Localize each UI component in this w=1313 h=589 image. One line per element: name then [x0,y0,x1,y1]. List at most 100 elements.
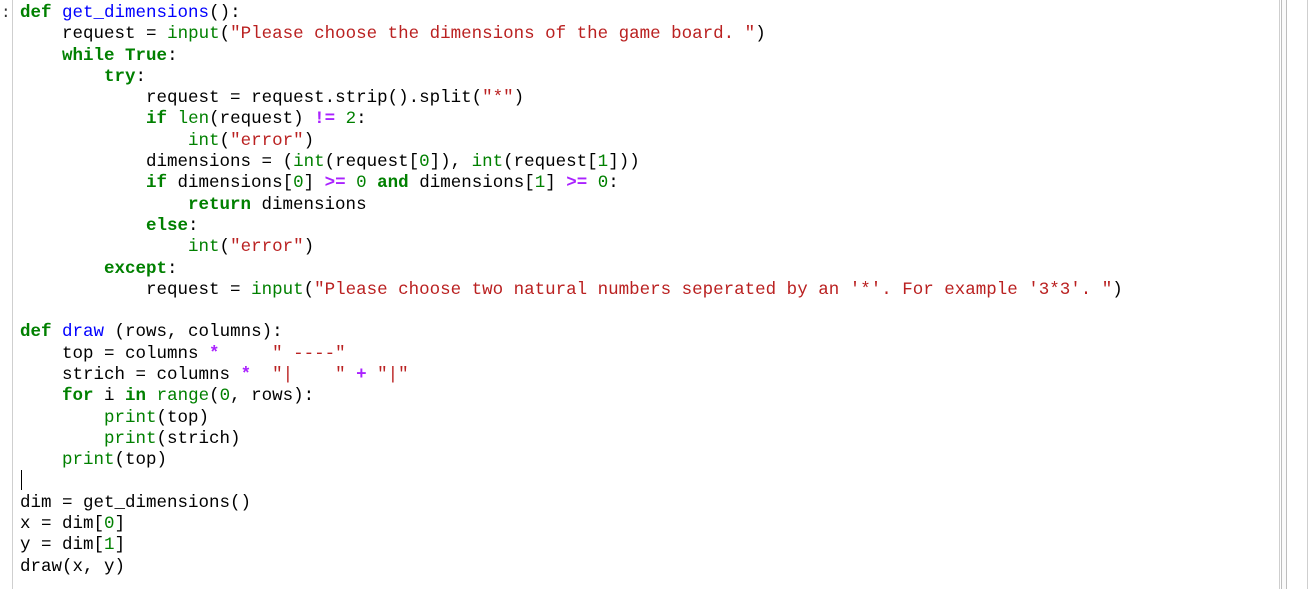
code-token: * [240,365,252,386]
code-token: columns [146,365,241,386]
code-token: get_dimensions [62,3,210,23]
code-token: (strich) [156,428,241,449]
code-token: dimensions [20,152,262,173]
code-line[interactable]: print(top) [20,408,1123,429]
code-token: int [188,130,220,151]
code-line[interactable]: try: [20,67,1123,88]
notebook-page: : def get_dimensions(): request = input(… [0,0,1313,589]
code-token: except [104,258,168,279]
code-line[interactable]: def get_dimensions(): [20,3,1123,24]
code-line[interactable]: strich = columns * "| " + "|" [20,365,1123,386]
code-line[interactable]: print(strich) [20,429,1123,450]
code-line[interactable]: return dimensions [20,195,1123,216]
code-token: : [167,45,178,66]
code-token: : [188,215,199,236]
code-token: = [135,365,147,386]
code-line[interactable]: if dimensions[0] >= 0 and dimensions[1] … [20,173,1123,194]
code-token: ])) [608,152,640,173]
code-token: = [104,343,115,364]
code-token: >= [324,173,346,194]
code-token: >= [566,173,588,194]
code-token: if [146,109,168,130]
code-token: 0 [356,173,367,194]
code-token: ( [209,386,220,407]
code-line[interactable]: if len(request) != 2: [20,109,1123,130]
code-line[interactable]: dim = get_dimensions() [20,493,1123,514]
code-line[interactable]: x = dim[0] [20,514,1123,535]
code-token: int [188,237,220,258]
code-token: columns [114,343,210,364]
code-token: for [62,386,94,407]
code-line[interactable]: int("error") [20,131,1123,152]
code-token: ( [219,24,231,45]
code-token: if [146,173,168,194]
code-token: "*" [482,88,514,109]
code-line[interactable]: except: [20,259,1123,280]
code-token: strich [20,365,136,386]
code-token: " ----" [272,343,346,364]
code-token: get_dimensions() [72,492,252,513]
code-token: = [261,152,273,173]
code-token: (): [209,3,241,23]
code-line[interactable]: request = input("Please choose two natur… [20,280,1123,301]
code-line[interactable]: else: [20,216,1123,237]
code-token: print [104,428,157,449]
code-token: ] [114,535,126,556]
code-token: 0 [219,386,231,407]
code-line[interactable]: request = request.strip().split("*") [20,88,1123,109]
code-token: request [20,24,147,45]
code-line[interactable] [20,301,1123,322]
code-token: ( [303,279,315,300]
code-token: and [377,173,409,194]
code-token: "error" [230,130,304,151]
code-line[interactable]: print(top) [20,450,1123,471]
code-line[interactable]: while True: [20,46,1123,67]
code-token: = [146,24,157,45]
code-line[interactable] [20,472,1123,493]
code-token: dim[ [51,535,105,556]
code-token: input [251,279,304,300]
code-line[interactable]: draw(x, y) [20,557,1123,578]
code-token: y [20,535,42,556]
code-token: range [156,386,210,407]
vertical-scrollbar[interactable] [1281,0,1287,589]
code-token: request [20,88,231,109]
code-token: (request[ [324,152,420,173]
code-line[interactable]: for i in range(0, rows): [20,386,1123,407]
right-border [1307,0,1308,589]
code-token: : [608,173,619,194]
code-line[interactable]: top = columns * " ----" [20,344,1123,365]
code-token: = [230,279,241,300]
code-token: ) [303,130,315,151]
code-line[interactable]: dimensions = (int(request[0]), int(reque… [20,152,1123,173]
code-token: ) [513,88,525,109]
code-line[interactable]: request = input("Please choose the dimen… [20,24,1123,45]
code-line[interactable]: def draw (rows, columns): [20,322,1123,343]
code-token: "error" [230,237,304,258]
code-token: "|" [377,365,409,386]
code-editor[interactable]: def get_dimensions(): request = input("P… [20,3,1123,578]
code-token: print [104,407,157,428]
code-token: print [62,450,115,471]
code-token: x [20,514,42,535]
code-token: dim [20,492,63,513]
code-line[interactable]: y = dim[1] [20,535,1123,556]
code-token: try [104,66,136,87]
code-token: (request[ [503,152,598,173]
code-line[interactable]: int("error") [20,237,1123,258]
